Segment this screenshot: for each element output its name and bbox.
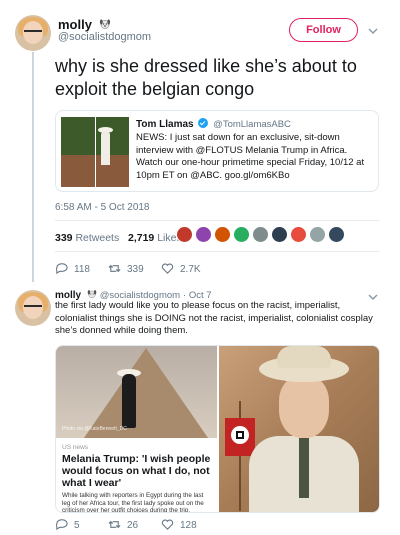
liker-avatar[interactable] bbox=[309, 226, 326, 243]
tweet-text: why is she dressed like she’s about to e… bbox=[55, 56, 357, 99]
divider bbox=[55, 220, 380, 221]
quoted-tweet-image bbox=[61, 117, 129, 187]
dog-emoji-icon bbox=[87, 290, 97, 299]
photo-credit: Photo via @KateBennett_DC bbox=[62, 426, 127, 432]
author-name[interactable]: molly bbox=[58, 17, 92, 32]
liker-avatars bbox=[176, 226, 346, 244]
liker-avatar[interactable] bbox=[233, 226, 250, 243]
dog-emoji-icon bbox=[100, 19, 111, 29]
reply-icon bbox=[55, 519, 68, 531]
retweets-count[interactable]: 339 bbox=[55, 232, 73, 244]
heart-icon bbox=[161, 519, 174, 530]
like-count: 128 bbox=[180, 520, 197, 531]
quoted-tweet-text: NEWS: I just sat down for an exclusive, … bbox=[136, 132, 365, 181]
likes-count[interactable]: 2,719 bbox=[128, 232, 154, 244]
reply-count: 5 bbox=[74, 520, 80, 531]
liker-avatar[interactable] bbox=[271, 226, 288, 243]
divider bbox=[55, 251, 380, 252]
card-image-pyramid: Photo via @KateBennett_DC bbox=[56, 346, 217, 438]
like-action[interactable]: 2.7K bbox=[161, 262, 201, 275]
liker-avatar[interactable] bbox=[195, 226, 212, 243]
card-image-movie-still bbox=[219, 346, 379, 512]
reply-count: 118 bbox=[74, 264, 90, 275]
liker-avatar[interactable] bbox=[176, 226, 193, 243]
tweet-timestamp[interactable]: 6:58 AM - 5 Oct 2018 bbox=[55, 202, 150, 213]
retweet-action[interactable]: 339 bbox=[108, 262, 144, 275]
liker-avatar[interactable] bbox=[328, 226, 345, 243]
heart-icon bbox=[161, 263, 174, 274]
liker-avatar[interactable] bbox=[214, 226, 231, 243]
verified-badge-icon bbox=[198, 118, 209, 128]
reply-icon bbox=[55, 263, 68, 275]
quoted-tweet[interactable]: Tom Llamas @TomLlamasABC NEWS: I just sa… bbox=[55, 110, 379, 192]
retweet-icon bbox=[108, 264, 121, 273]
card-body: US news Melania Trump: 'I wish people wo… bbox=[56, 438, 217, 513]
like-action[interactable]: 128 bbox=[161, 518, 197, 531]
reply-author-avatar[interactable] bbox=[15, 290, 51, 326]
reply-text: the first lady would like you to please … bbox=[55, 300, 373, 336]
liker-avatar[interactable] bbox=[290, 226, 307, 243]
quoted-author-handle: @TomLlamasABC bbox=[213, 119, 291, 130]
author-handle[interactable]: @socialistdogmom bbox=[58, 31, 151, 43]
retweet-action[interactable]: 26 bbox=[108, 518, 138, 531]
liker-avatar[interactable] bbox=[252, 226, 269, 243]
thread-line bbox=[32, 52, 34, 282]
engagement-stats: 339 Retweets 2,719 Likes bbox=[55, 232, 182, 244]
retweet-count: 339 bbox=[127, 264, 144, 275]
card-description: While talking with reporters in Egypt du… bbox=[62, 492, 204, 513]
quoted-author-name: Tom Llamas bbox=[136, 119, 194, 130]
card-source: US news bbox=[62, 444, 89, 451]
reply-action[interactable]: 118 bbox=[55, 262, 90, 275]
retweets-label[interactable]: Retweets bbox=[75, 232, 119, 244]
link-card[interactable]: Photo via @KateBennett_DC US news Melani… bbox=[55, 345, 380, 513]
card-title[interactable]: Melania Trump: 'I wish people would focu… bbox=[62, 453, 211, 489]
retweet-icon bbox=[108, 520, 121, 529]
follow-button[interactable]: Follow bbox=[289, 18, 358, 42]
retweet-count: 26 bbox=[127, 520, 139, 531]
like-count: 2.7K bbox=[180, 264, 201, 275]
chevron-down-icon[interactable] bbox=[368, 26, 378, 36]
author-avatar[interactable] bbox=[15, 15, 51, 51]
reply-action[interactable]: 5 bbox=[55, 518, 80, 531]
